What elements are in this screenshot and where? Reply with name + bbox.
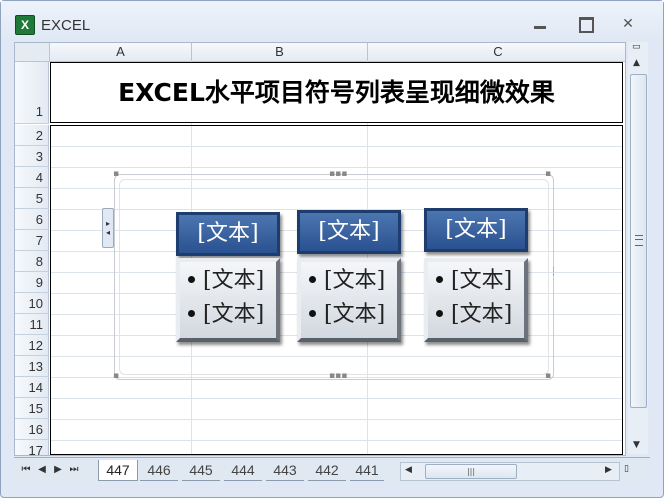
vertical-scroll-thumb[interactable] (630, 74, 647, 408)
bullet-icon (188, 275, 195, 283)
sheet-tab-444[interactable]: 444 (224, 460, 262, 481)
bullet-icon (188, 309, 195, 317)
split-box-icon[interactable]: ▯ (624, 464, 629, 474)
prev-sheet-icon[interactable]: ◀ (36, 463, 48, 477)
smartart-header-3[interactable]: [文本] (424, 208, 528, 252)
maximize-button[interactable] (574, 15, 596, 33)
title-bar: X EXCEL ✕ (1, 1, 663, 41)
row-header-2[interactable]: 2 (15, 125, 49, 146)
scroll-up-icon[interactable]: ▲ (633, 58, 640, 68)
split-box-icon[interactable]: ▭ (632, 42, 641, 52)
column-header-a[interactable]: A (50, 43, 192, 62)
horizontal-scrollbar[interactable]: ◀ ||| ▶ (400, 462, 620, 481)
sheet-tab-442[interactable]: 442 (308, 460, 346, 481)
sheet-tab-447[interactable]: 447 (98, 460, 138, 481)
scroll-left-icon[interactable]: ◀ (405, 465, 412, 475)
row-header-6[interactable]: 6 (15, 209, 49, 230)
row-header-9[interactable]: 9 (15, 272, 49, 293)
bullet-icon (309, 309, 316, 317)
smartart-text-pane-toggle[interactable]: ▸ ◂ (102, 208, 114, 248)
resize-handle-corner-icon[interactable]: ▪ (113, 169, 119, 179)
row-header-8[interactable]: 8 (15, 251, 49, 272)
row-header-14[interactable]: 14 (15, 377, 49, 398)
gridline (50, 146, 623, 147)
sheet-tab-bar: ⏮ ◀ ▶ ⏭ 447 446 445 444 443 442 441 ◀ ||… (14, 457, 650, 484)
grip-icon (635, 235, 643, 246)
resize-handle-corner-icon[interactable]: ▪ (545, 169, 551, 179)
smartart-bullet: [文本] (309, 266, 385, 296)
row-header-15[interactable]: 15 (15, 398, 49, 419)
minimize-icon (534, 26, 546, 29)
gridline (50, 440, 623, 441)
smartart-header-2[interactable]: [文本] (297, 210, 401, 254)
gridline (50, 419, 623, 420)
row-header-11[interactable]: 11 (15, 314, 49, 335)
vertical-scrollbar[interactable]: ▭ ▲ ▼ (628, 42, 648, 454)
scroll-down-icon[interactable]: ▼ (633, 440, 640, 450)
excel-app-icon: X (15, 15, 35, 35)
smartart-header-1[interactable]: [文本] (176, 212, 280, 256)
resize-handle-right-icon[interactable]: ⋮ (549, 267, 558, 277)
bullet-icon (436, 275, 443, 283)
smartart-body-3[interactable]: [文本] [文本] (424, 258, 528, 342)
smartart-bullet: [文本] (188, 266, 264, 296)
resize-handle-top-icon[interactable]: ▪▪▪ (329, 169, 347, 179)
sheet-tab-441[interactable]: 441 (350, 460, 384, 481)
row-header-7[interactable]: 7 (15, 230, 49, 251)
sheet-tab-445[interactable]: 445 (182, 460, 220, 481)
row-header-1[interactable]: 1 (15, 62, 49, 124)
arrow-left-icon: ◂ (105, 228, 110, 237)
last-sheet-icon[interactable]: ⏭ (68, 463, 80, 477)
smartart-bullet: [文本] (309, 300, 385, 330)
close-icon: ✕ (622, 16, 634, 32)
row-header-12[interactable]: 12 (15, 335, 49, 356)
smartart-body-1[interactable]: [文本] [文本] (176, 258, 280, 342)
sheet-tab-443[interactable]: 443 (266, 460, 304, 481)
resize-handle-bottom-icon[interactable]: ▪▪▪ (329, 371, 347, 381)
select-all-corner[interactable] (15, 43, 50, 62)
arrow-right-icon: ▸ (105, 219, 110, 228)
scroll-right-icon[interactable]: ▶ (605, 465, 612, 475)
row-header-3[interactable]: 3 (15, 146, 49, 167)
resize-handle-corner-icon[interactable]: ▪ (113, 371, 119, 381)
smartart-bullet: [文本] (436, 266, 512, 296)
horizontal-scroll-thumb[interactable]: ||| (425, 464, 517, 479)
row-header-17[interactable]: 17 (15, 440, 49, 455)
maximize-icon (579, 17, 594, 33)
cell-a1-title[interactable]: EXCEL水平项目符号列表呈现细微效果 (50, 62, 623, 123)
close-button[interactable]: ✕ (617, 15, 639, 33)
gridline (50, 167, 623, 168)
row-header-4[interactable]: 4 (15, 167, 49, 188)
column-header-b[interactable]: B (192, 43, 368, 62)
bullet-icon (436, 309, 443, 317)
smartart-body-2[interactable]: [文本] [文本] (297, 258, 401, 342)
gridline (50, 398, 623, 399)
smartart-bullet: [文本] (436, 300, 512, 330)
window-title: EXCEL (41, 17, 91, 34)
row-header-5[interactable]: 5 (15, 188, 49, 209)
bullet-icon (309, 275, 316, 283)
row-header-10[interactable]: 10 (15, 293, 49, 314)
resize-handle-corner-icon[interactable]: ▪ (545, 371, 551, 381)
minimize-button[interactable] (529, 15, 551, 33)
sheet-tab-446[interactable]: 446 (140, 460, 178, 481)
row-header-16[interactable]: 16 (15, 419, 49, 440)
column-header-c[interactable]: C (368, 43, 625, 62)
first-sheet-icon[interactable]: ⏮ (20, 463, 32, 477)
next-sheet-icon[interactable]: ▶ (52, 463, 64, 477)
row-header-13[interactable]: 13 (15, 356, 49, 377)
smartart-bullet: [文本] (188, 300, 264, 330)
